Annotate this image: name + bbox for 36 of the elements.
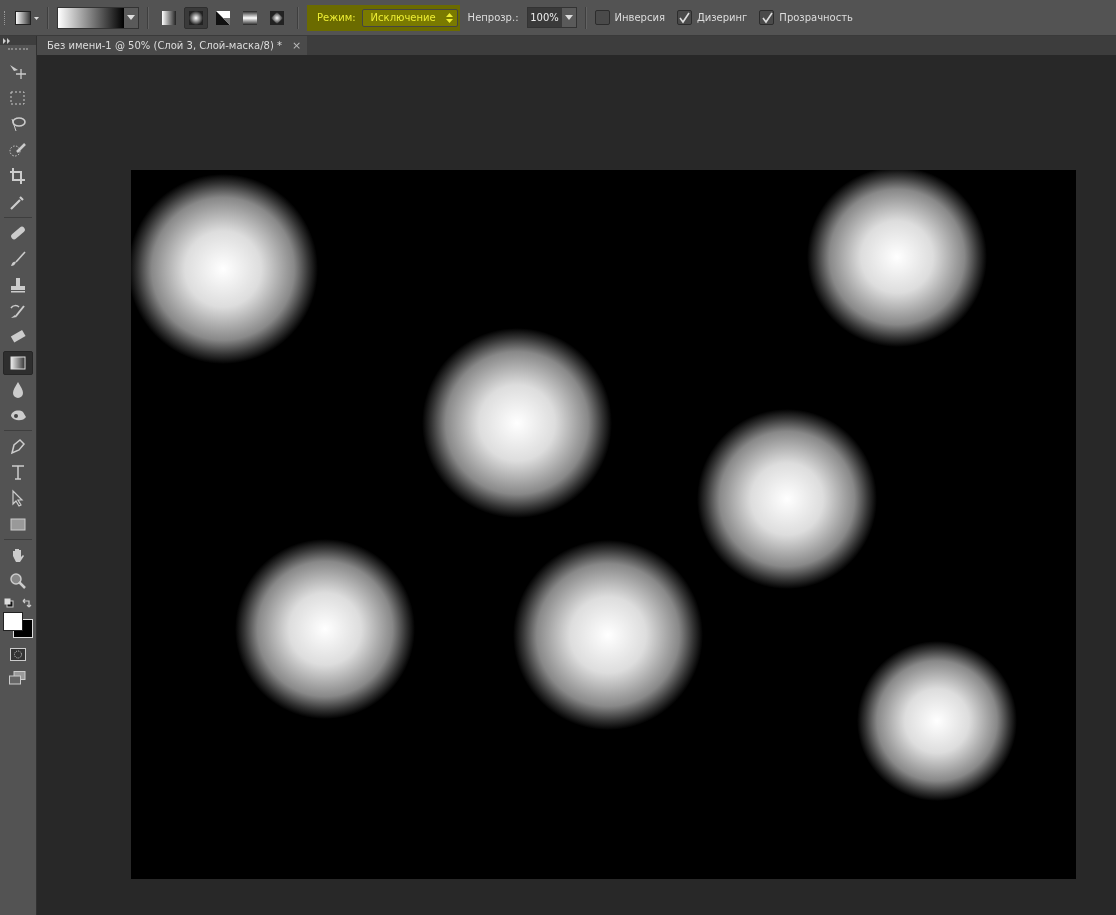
checkbox[interactable]	[759, 10, 775, 25]
checkbox-label: Инверсия	[614, 12, 665, 23]
caret-icon	[564, 15, 573, 20]
gradient-swatch-icon	[15, 10, 39, 25]
close-tab-button[interactable]: ×	[292, 39, 302, 52]
tool-preset-button[interactable]	[15, 10, 39, 25]
checkbox[interactable]	[594, 10, 610, 25]
screen-mode-icon[interactable]	[9, 671, 27, 685]
lasso-icon	[8, 115, 28, 133]
brush-icon	[8, 250, 28, 268]
stamp-icon	[8, 276, 28, 294]
up-down-caret-icon	[445, 12, 453, 23]
opacity-field[interactable]: 100%	[526, 7, 577, 28]
checkbox-label: Дизеринг	[696, 12, 748, 23]
quick-select-icon	[8, 141, 28, 159]
radial-gradient-button[interactable]	[184, 6, 208, 29]
pen-icon	[8, 437, 28, 455]
marquee-icon	[8, 89, 28, 107]
default-colors-icon[interactable]	[4, 598, 14, 608]
gradient-picker[interactable]	[57, 6, 139, 29]
move-icon	[8, 63, 28, 81]
shape-icon	[8, 515, 28, 533]
zoom-icon	[8, 572, 28, 590]
gradient-icon	[8, 354, 28, 372]
document-tab[interactable]: Без имени-1 @ 50% (Слой 3, Слой-маска/8) * ×	[37, 36, 308, 55]
swap-colors-icon[interactable]	[22, 598, 32, 608]
opacity-label: Непрозр.:	[467, 12, 519, 23]
caret-icon	[127, 15, 135, 20]
quick-mask-icon[interactable]	[10, 648, 26, 661]
checkbox[interactable]	[676, 10, 692, 25]
blend-mode-dropdown[interactable]: Исключение	[361, 8, 458, 27]
gradient-tool[interactable]	[3, 351, 33, 375]
color-swatches[interactable]	[3, 612, 33, 638]
checkbox-label: Прозрачность	[779, 12, 853, 23]
mode-label: Режим:	[317, 12, 356, 23]
crop-icon	[8, 167, 28, 185]
